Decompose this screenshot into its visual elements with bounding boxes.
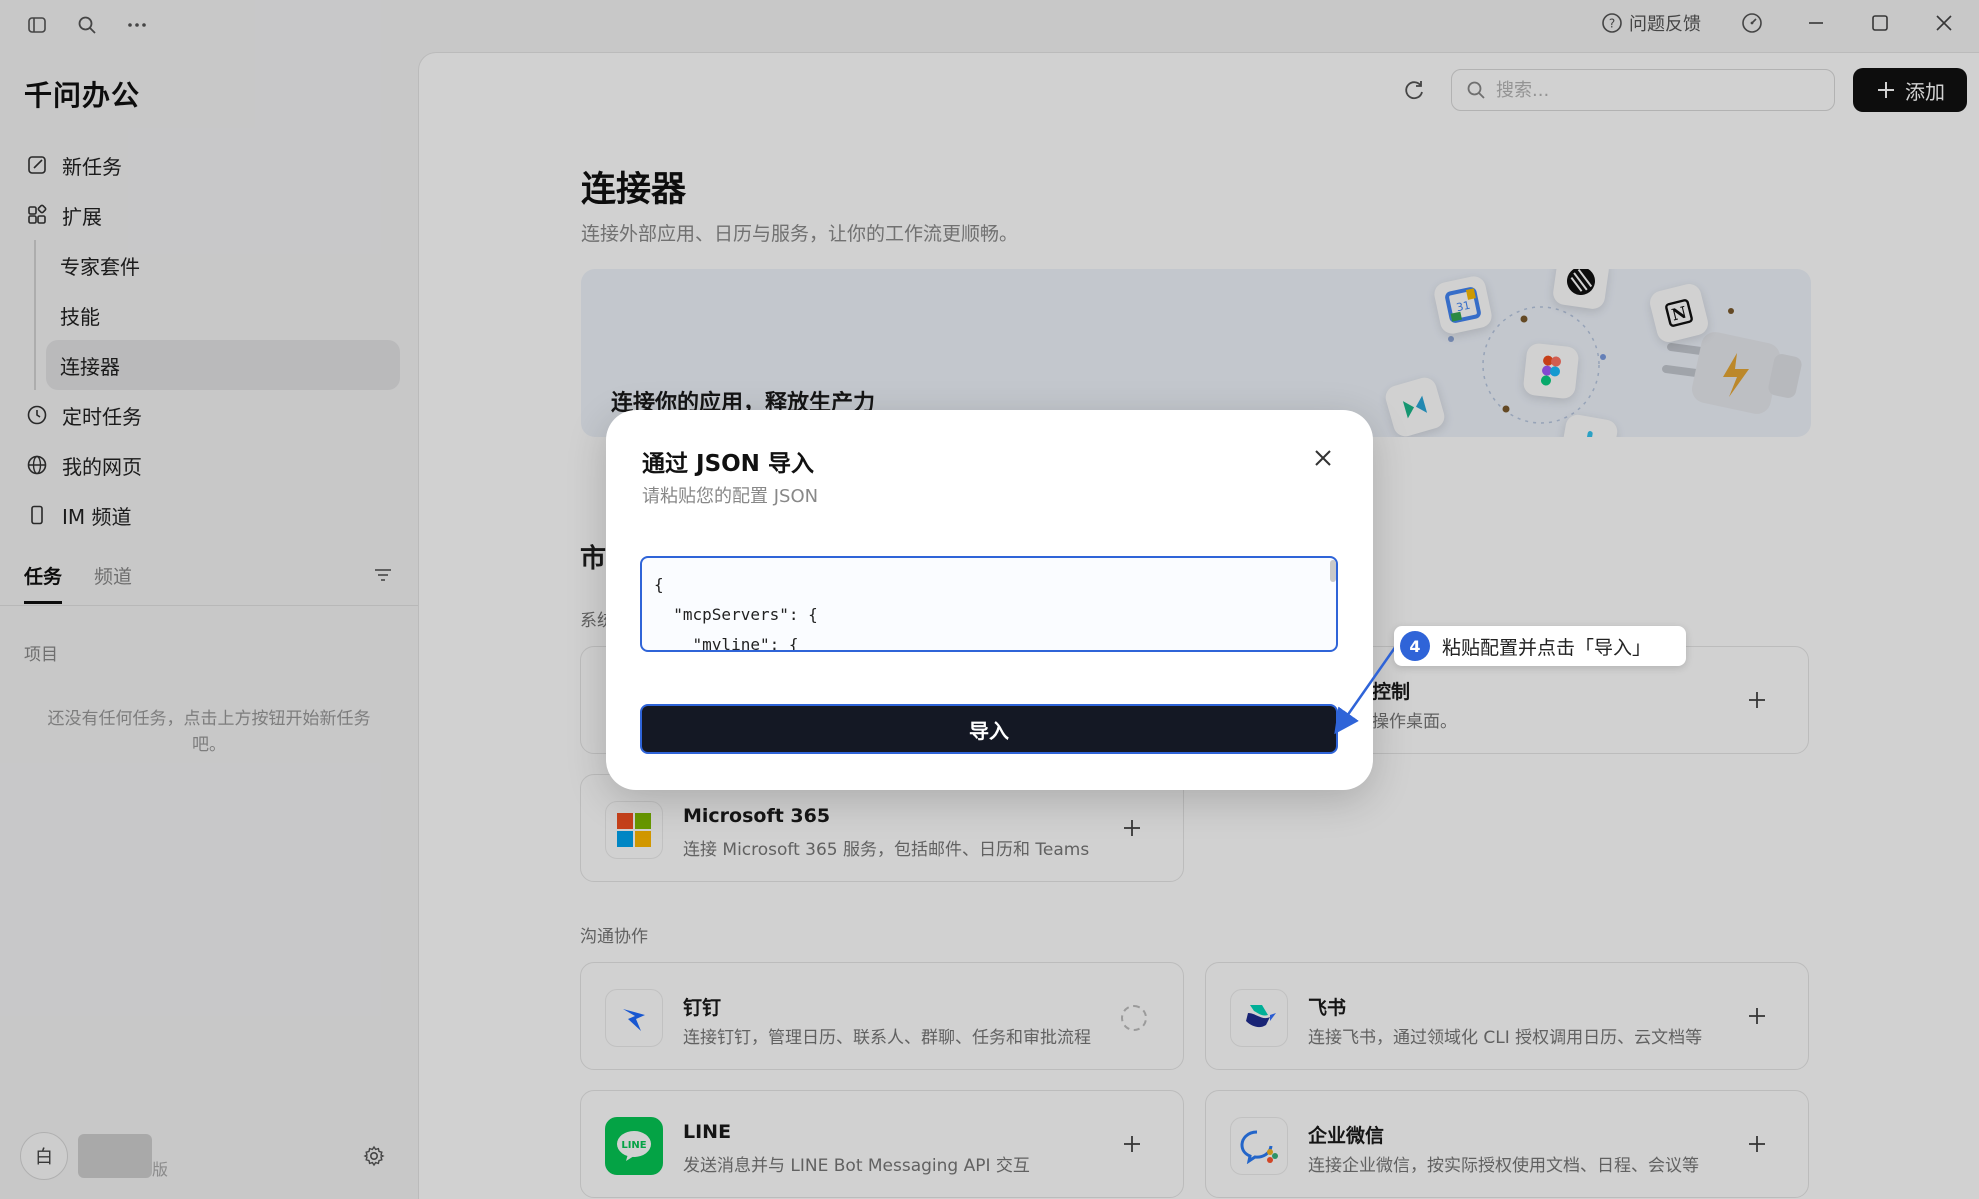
- callout-text: 粘贴配置并点击「导入」: [1442, 636, 1652, 659]
- step-callout: 4 粘贴配置并点击「导入」: [1394, 626, 1686, 666]
- step-number-badge: 4: [1400, 631, 1430, 661]
- json-import-dialog: 通过 JSON 导入 请粘贴您的配置 JSON { "mcpServers": …: [606, 410, 1373, 790]
- dialog-subtitle: 请粘贴您的配置 JSON: [642, 486, 819, 507]
- json-config-textarea[interactable]: { "mcpServers": { "myline": {: [640, 556, 1338, 652]
- import-button[interactable]: 导入: [640, 704, 1338, 754]
- close-icon[interactable]: [1309, 444, 1337, 472]
- textarea-scrollbar[interactable]: [1330, 560, 1336, 582]
- dialog-title: 通过 JSON 导入: [642, 451, 814, 477]
